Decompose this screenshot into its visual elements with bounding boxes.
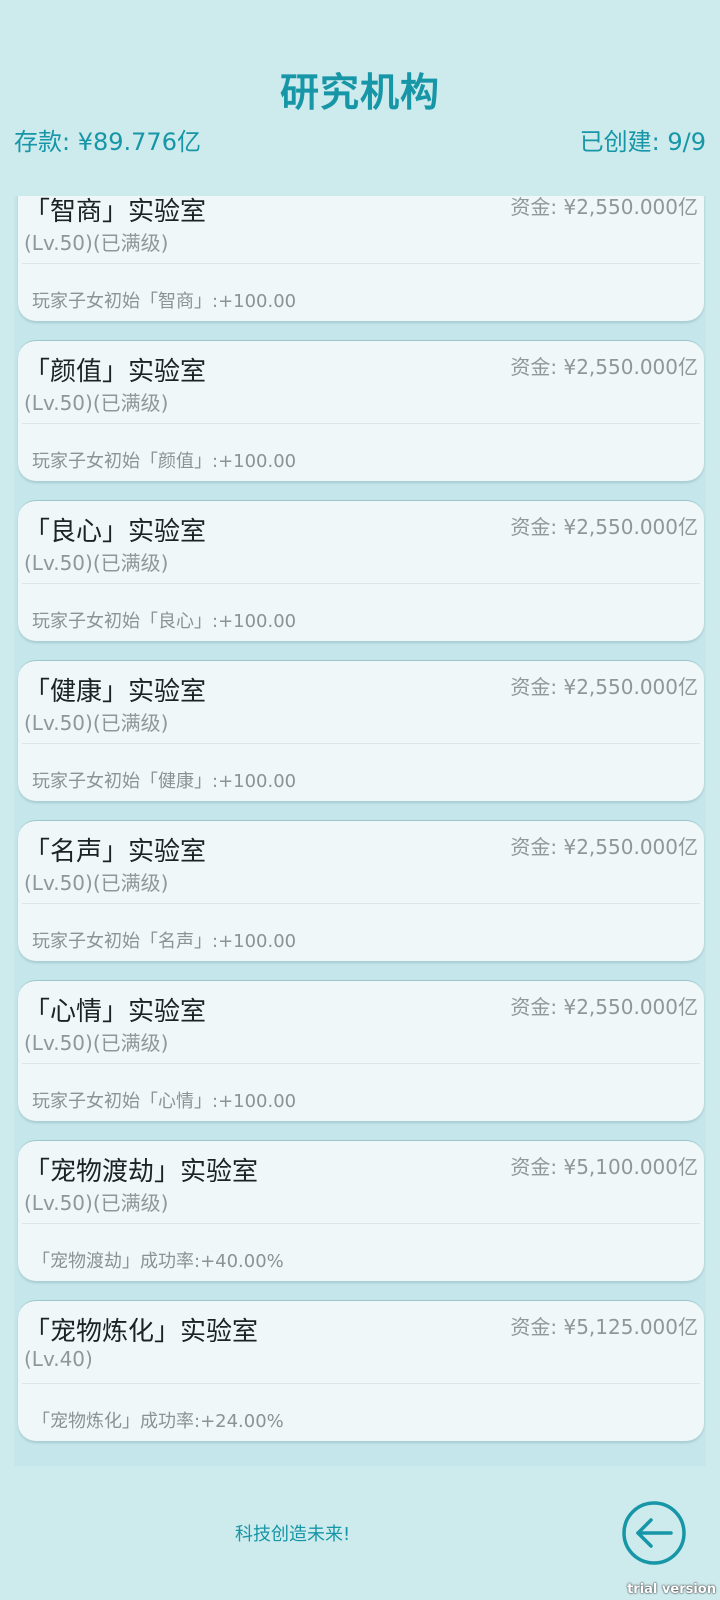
page-title: 研究机构 [279, 71, 440, 116]
lab-card-conscience[interactable]: 「良心」实验室 资金: ¥2,550.000亿 (Lv.50)(已满级) 玩家子… [18, 500, 704, 641]
lab-effect: 「宠物渡劫」成功率:+40.00% [32, 1251, 284, 1272]
lab-fund: 资金: ¥2,550.000亿 [510, 675, 698, 699]
lab-fund: 资金: ¥2,550.000亿 [510, 515, 698, 539]
lab-level: (Lv.50)(已满级) [24, 711, 169, 735]
lab-fund: 资金: ¥5,125.000亿 [510, 1315, 698, 1339]
lab-level: (Lv.50)(已满级) [24, 391, 169, 415]
lab-effect: 玩家子女初始「心情」:+100.00 [32, 1091, 297, 1112]
divider [22, 583, 700, 584]
divider [22, 1223, 700, 1224]
divider [22, 1063, 700, 1064]
divider [22, 743, 700, 744]
divider [22, 903, 700, 904]
lab-card-iq[interactable]: 「智商」实验室 资金: ¥2,550.000亿 (Lv.50)(已满级) 玩家子… [18, 196, 704, 321]
lab-name: 「健康」实验室 [24, 677, 207, 707]
created-count: 已创建: 9/9 [579, 128, 706, 156]
research-institute-screen: 研究机构 存款: ¥89.776亿 已创建: 9/9 「智商」实验室 资金: ¥… [0, 0, 720, 1600]
arrow-left-circle-icon [622, 1501, 686, 1565]
lab-effect: 玩家子女初始「智商」:+100.00 [32, 291, 297, 312]
lab-fund: 资金: ¥2,550.000亿 [510, 196, 698, 219]
lab-level: (Lv.50)(已满级) [24, 231, 169, 255]
lab-name: 「心情」实验室 [24, 997, 207, 1027]
lab-card-looks[interactable]: 「颜值」实验室 资金: ¥2,550.000亿 (Lv.50)(已满级) 玩家子… [18, 340, 704, 481]
lab-card-mood[interactable]: 「心情」实验室 资金: ¥2,550.000亿 (Lv.50)(已满级) 玩家子… [18, 980, 704, 1121]
lab-level: (Lv.40) [24, 1347, 93, 1371]
lab-name: 「宠物炼化」实验室 [24, 1317, 259, 1347]
lab-card-pet-refining[interactable]: 「宠物炼化」实验室 资金: ¥5,125.000亿 (Lv.40) 「宠物炼化」… [18, 1300, 704, 1441]
divider [22, 423, 700, 424]
lab-fund: 资金: ¥2,550.000亿 [510, 995, 698, 1019]
lab-card-pet-tribulation[interactable]: 「宠物渡劫」实验室 资金: ¥5,100.000亿 (Lv.50)(已满级) 「… [18, 1140, 704, 1281]
lab-effect: 玩家子女初始「名声」:+100.00 [32, 931, 297, 952]
lab-effect: 玩家子女初始「良心」:+100.00 [32, 611, 297, 632]
lab-name: 「名声」实验室 [24, 837, 207, 867]
divider [22, 1383, 700, 1384]
lab-level: (Lv.50)(已满级) [24, 551, 169, 575]
lab-level: (Lv.50)(已满级) [24, 1191, 169, 1215]
lab-card-health[interactable]: 「健康」实验室 资金: ¥2,550.000亿 (Lv.50)(已满级) 玩家子… [18, 660, 704, 801]
lab-fund: 资金: ¥2,550.000亿 [510, 835, 698, 859]
lab-name: 「智商」实验室 [24, 197, 207, 227]
footer-slogan: 科技创造未来! [235, 1524, 351, 1545]
lab-name: 「颜值」实验室 [24, 357, 207, 387]
lab-name: 「宠物渡劫」实验室 [24, 1157, 259, 1187]
lab-effect: 玩家子女初始「颜值」:+100.00 [32, 451, 297, 472]
lab-effect: 「宠物炼化」成功率:+24.00% [32, 1411, 284, 1432]
lab-fund: 资金: ¥2,550.000亿 [510, 355, 698, 379]
lab-fund: 资金: ¥5,100.000亿 [510, 1155, 698, 1179]
lab-level: (Lv.50)(已满级) [24, 1031, 169, 1055]
watermark: trial version [627, 1582, 716, 1597]
lab-name: 「良心」实验室 [24, 517, 207, 547]
lab-list-scroll-area[interactable]: 「智商」实验室 资金: ¥2,550.000亿 (Lv.50)(已满级) 玩家子… [14, 196, 706, 1466]
savings-balance: 存款: ¥89.776亿 [14, 128, 201, 156]
divider [22, 263, 700, 264]
lab-effect: 玩家子女初始「健康」:+100.00 [32, 771, 297, 792]
lab-card-fame[interactable]: 「名声」实验室 资金: ¥2,550.000亿 (Lv.50)(已满级) 玩家子… [18, 820, 704, 961]
lab-level: (Lv.50)(已满级) [24, 871, 169, 895]
back-button[interactable] [621, 1500, 687, 1566]
